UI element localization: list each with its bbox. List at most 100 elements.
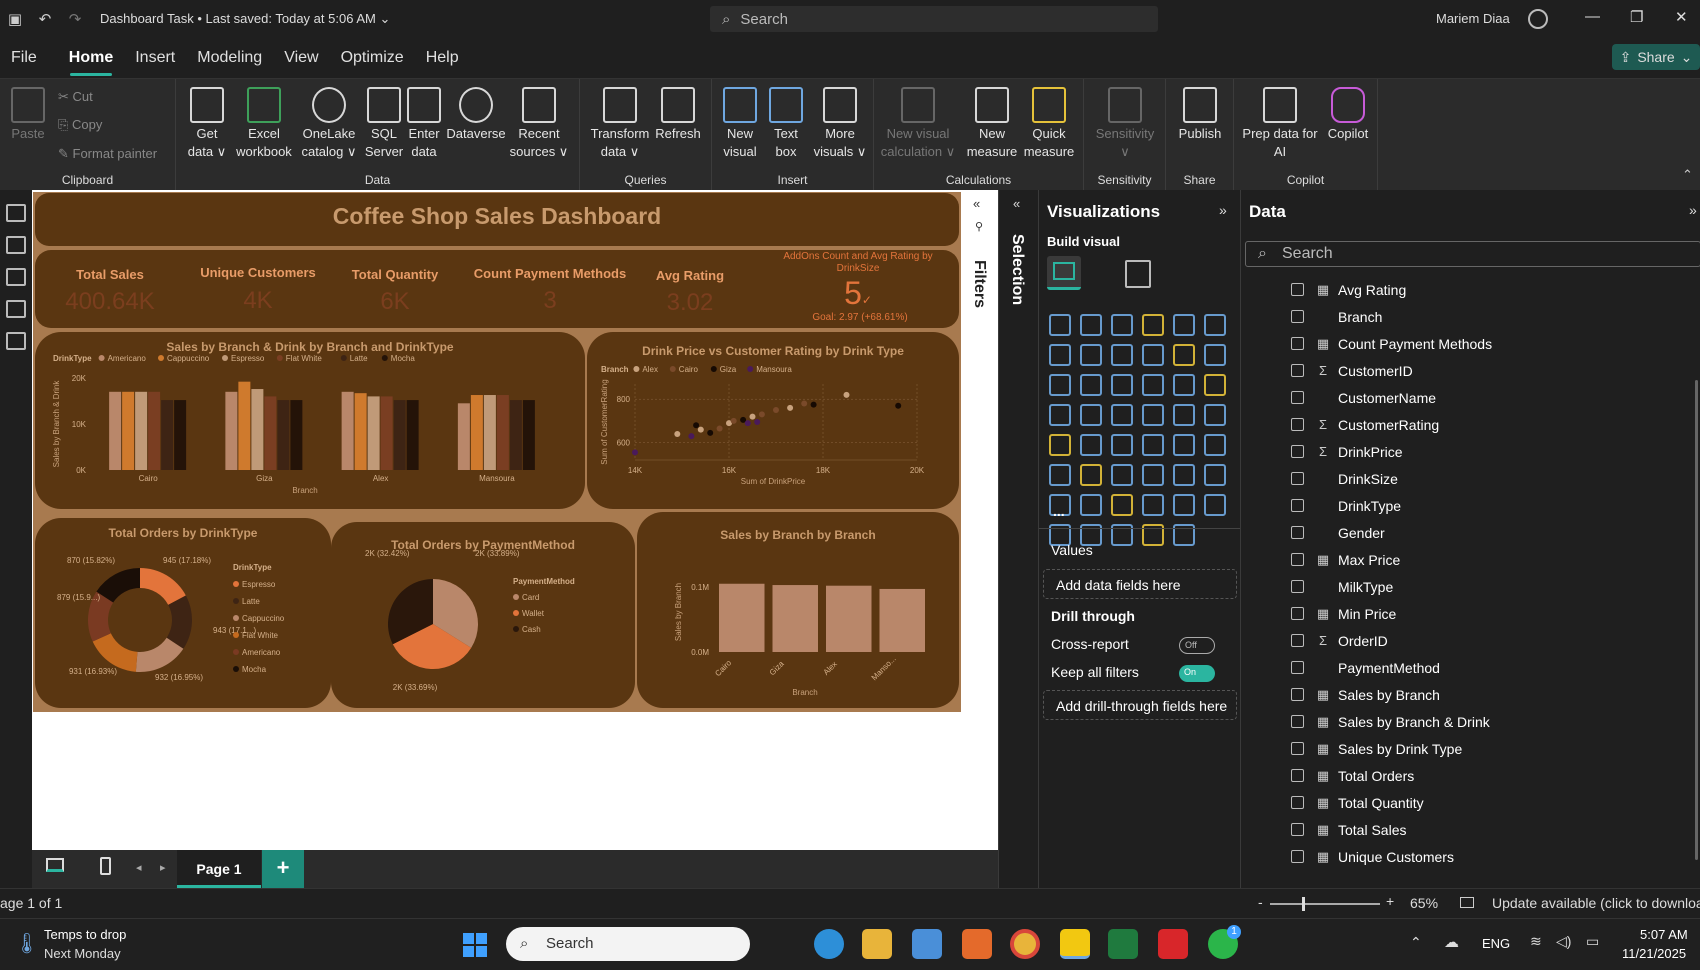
visual-type-icon[interactable] bbox=[1080, 404, 1102, 426]
visual-type-icon[interactable] bbox=[1142, 344, 1164, 366]
fit-page-icon[interactable] bbox=[1460, 897, 1474, 908]
paste-button[interactable]: Paste bbox=[6, 87, 50, 143]
zoom-slider[interactable] bbox=[1270, 897, 1380, 911]
visual-type-icon[interactable] bbox=[1173, 404, 1195, 426]
menu-help[interactable]: Help bbox=[415, 38, 470, 78]
field-checkbox[interactable] bbox=[1291, 688, 1304, 701]
get-data-button[interactable]: Get data ∨ bbox=[186, 87, 228, 161]
menu-insert[interactable]: Insert bbox=[124, 38, 186, 78]
report-view-icon[interactable] bbox=[6, 204, 26, 222]
build-visual-tab[interactable] bbox=[1047, 256, 1081, 290]
menu-home[interactable]: Home bbox=[58, 38, 124, 78]
visual-type-icon[interactable] bbox=[1111, 404, 1133, 426]
filters-pane-collapsed[interactable]: « ⚲ Filters bbox=[961, 190, 998, 850]
mobile-layout-icon[interactable] bbox=[100, 857, 111, 875]
sales-by-branch-panel[interactable]: Sales by Branch by Branch 0.0M 0.1M Cairo G… bbox=[637, 512, 959, 708]
field-checkbox[interactable] bbox=[1291, 499, 1304, 512]
new-visual-calculation-button[interactable]: New visual calculation ∨ bbox=[880, 87, 956, 161]
collapse-icon[interactable]: » bbox=[1689, 202, 1697, 218]
sales-by-branch-drink-panel[interactable]: Sales by Branch & Drink by Branch and Dr… bbox=[35, 332, 585, 509]
battery-icon[interactable]: ▭ bbox=[1586, 933, 1599, 950]
table-view-icon[interactable] bbox=[6, 236, 26, 254]
visual-type-icon[interactable] bbox=[1049, 344, 1071, 366]
field-checkbox[interactable] bbox=[1291, 553, 1304, 566]
office-app-icon[interactable] bbox=[962, 929, 992, 959]
field-item[interactable]: ▦ Count Payment Methods bbox=[1291, 330, 1492, 357]
field-item[interactable]: MilkType bbox=[1291, 573, 1393, 600]
format-visual-tab[interactable] bbox=[1125, 260, 1151, 288]
visual-type-icon[interactable] bbox=[1111, 344, 1133, 366]
visual-type-icon[interactable] bbox=[1080, 434, 1102, 456]
prep-data-for-ai-button[interactable]: Prep data for AI bbox=[1238, 87, 1322, 161]
calculator-app-icon[interactable] bbox=[912, 929, 942, 959]
volume-icon[interactable]: ◁) bbox=[1556, 933, 1571, 950]
field-checkbox[interactable] bbox=[1291, 445, 1304, 458]
next-page-icon[interactable]: ▸ bbox=[160, 861, 166, 874]
visual-type-icon[interactable] bbox=[1080, 494, 1102, 516]
field-item[interactable]: Σ CustomerID bbox=[1291, 357, 1413, 384]
clock-time[interactable]: 5:07 AM bbox=[1640, 927, 1688, 942]
visual-type-icon[interactable] bbox=[1111, 494, 1133, 516]
visual-type-icon[interactable] bbox=[1204, 404, 1226, 426]
copy-button[interactable]: ⎘ Copy bbox=[58, 117, 102, 133]
wifi-icon[interactable]: ≋ bbox=[1530, 933, 1542, 950]
file-explorer-icon[interactable] bbox=[862, 929, 892, 959]
user-name[interactable]: Mariem Diaa bbox=[1436, 11, 1510, 26]
visual-type-icon[interactable] bbox=[1142, 434, 1164, 456]
visual-type-icon[interactable] bbox=[1080, 374, 1102, 396]
expand-icon[interactable]: « bbox=[1013, 196, 1020, 211]
price-vs-rating-panel[interactable]: Drink Price vs Customer Rating by Drink … bbox=[587, 332, 959, 509]
field-item[interactable]: Σ DrinkPrice bbox=[1291, 438, 1403, 465]
data-search-input[interactable]: ⌕ Search bbox=[1245, 241, 1700, 267]
field-checkbox[interactable] bbox=[1291, 337, 1304, 350]
visual-type-icon[interactable] bbox=[1204, 464, 1226, 486]
share-button[interactable]: ⇪ Share ⌄ bbox=[1612, 44, 1700, 70]
field-item[interactable]: Gender bbox=[1291, 519, 1385, 546]
field-checkbox[interactable] bbox=[1291, 634, 1304, 647]
dax-query-icon[interactable] bbox=[6, 300, 26, 318]
windows-start-icon[interactable] bbox=[463, 933, 487, 957]
field-item[interactable]: ▦ Unique Customers bbox=[1291, 843, 1454, 870]
enter-data-button[interactable]: Enter data bbox=[402, 87, 446, 161]
undo-icon[interactable]: ↶ bbox=[30, 4, 60, 34]
visual-type-icon[interactable] bbox=[1173, 494, 1195, 516]
visual-type-icon[interactable] bbox=[1049, 434, 1071, 456]
keep-filters-toggle[interactable]: On bbox=[1179, 665, 1215, 682]
visual-type-icon[interactable] bbox=[1111, 314, 1133, 336]
field-checkbox[interactable] bbox=[1291, 607, 1304, 620]
tmdl-view-icon[interactable] bbox=[6, 332, 26, 350]
redo-icon[interactable]: ↷ bbox=[60, 4, 90, 34]
field-checkbox[interactable] bbox=[1291, 769, 1304, 782]
cloud-icon[interactable]: ☁ bbox=[1444, 933, 1459, 951]
field-item[interactable]: ▦ Avg Rating bbox=[1291, 276, 1406, 303]
expand-icon[interactable]: « bbox=[973, 196, 980, 211]
visual-type-icon[interactable] bbox=[1142, 314, 1164, 336]
language-indicator[interactable]: ENG bbox=[1482, 936, 1510, 951]
field-item[interactable]: Σ CustomerRating bbox=[1291, 411, 1439, 438]
visual-type-icon[interactable] bbox=[1142, 464, 1164, 486]
visual-type-icon[interactable] bbox=[1173, 374, 1195, 396]
thermometer-icon[interactable]: 🌡 bbox=[14, 931, 39, 956]
recent-sources-button[interactable]: Recent sources ∨ bbox=[506, 87, 572, 161]
visual-type-icon[interactable] bbox=[1142, 374, 1164, 396]
prev-page-icon[interactable]: ◂ bbox=[136, 861, 142, 874]
field-checkbox[interactable] bbox=[1291, 391, 1304, 404]
field-item[interactable]: ▦ Total Quantity bbox=[1291, 789, 1424, 816]
field-item[interactable]: ▦ Sales by Branch & Drink bbox=[1291, 708, 1490, 735]
visual-type-icon[interactable] bbox=[1173, 434, 1195, 456]
document-title[interactable]: Dashboard Task • Last saved: Today at 5:… bbox=[100, 11, 390, 27]
field-checkbox[interactable] bbox=[1291, 580, 1304, 593]
field-item[interactable]: PaymentMethod bbox=[1291, 654, 1440, 681]
sensitivity-button[interactable]: Sensitivity ∨ bbox=[1090, 87, 1160, 161]
save-icon[interactable]: ▣ bbox=[0, 4, 30, 34]
field-checkbox[interactable] bbox=[1291, 472, 1304, 485]
restore-button[interactable]: ❐ bbox=[1630, 8, 1643, 26]
menu-modeling[interactable]: Modeling bbox=[186, 38, 273, 78]
publish-button[interactable]: Publish bbox=[1172, 87, 1228, 143]
taskbar-search[interactable]: ⌕ Search bbox=[506, 927, 750, 961]
visual-type-icon[interactable] bbox=[1142, 404, 1164, 426]
new-measure-button[interactable]: New measure bbox=[966, 87, 1018, 161]
collapse-icon[interactable]: » bbox=[1219, 202, 1227, 218]
field-item[interactable]: ▦ Sales by Branch bbox=[1291, 681, 1440, 708]
field-checkbox[interactable] bbox=[1291, 283, 1304, 296]
